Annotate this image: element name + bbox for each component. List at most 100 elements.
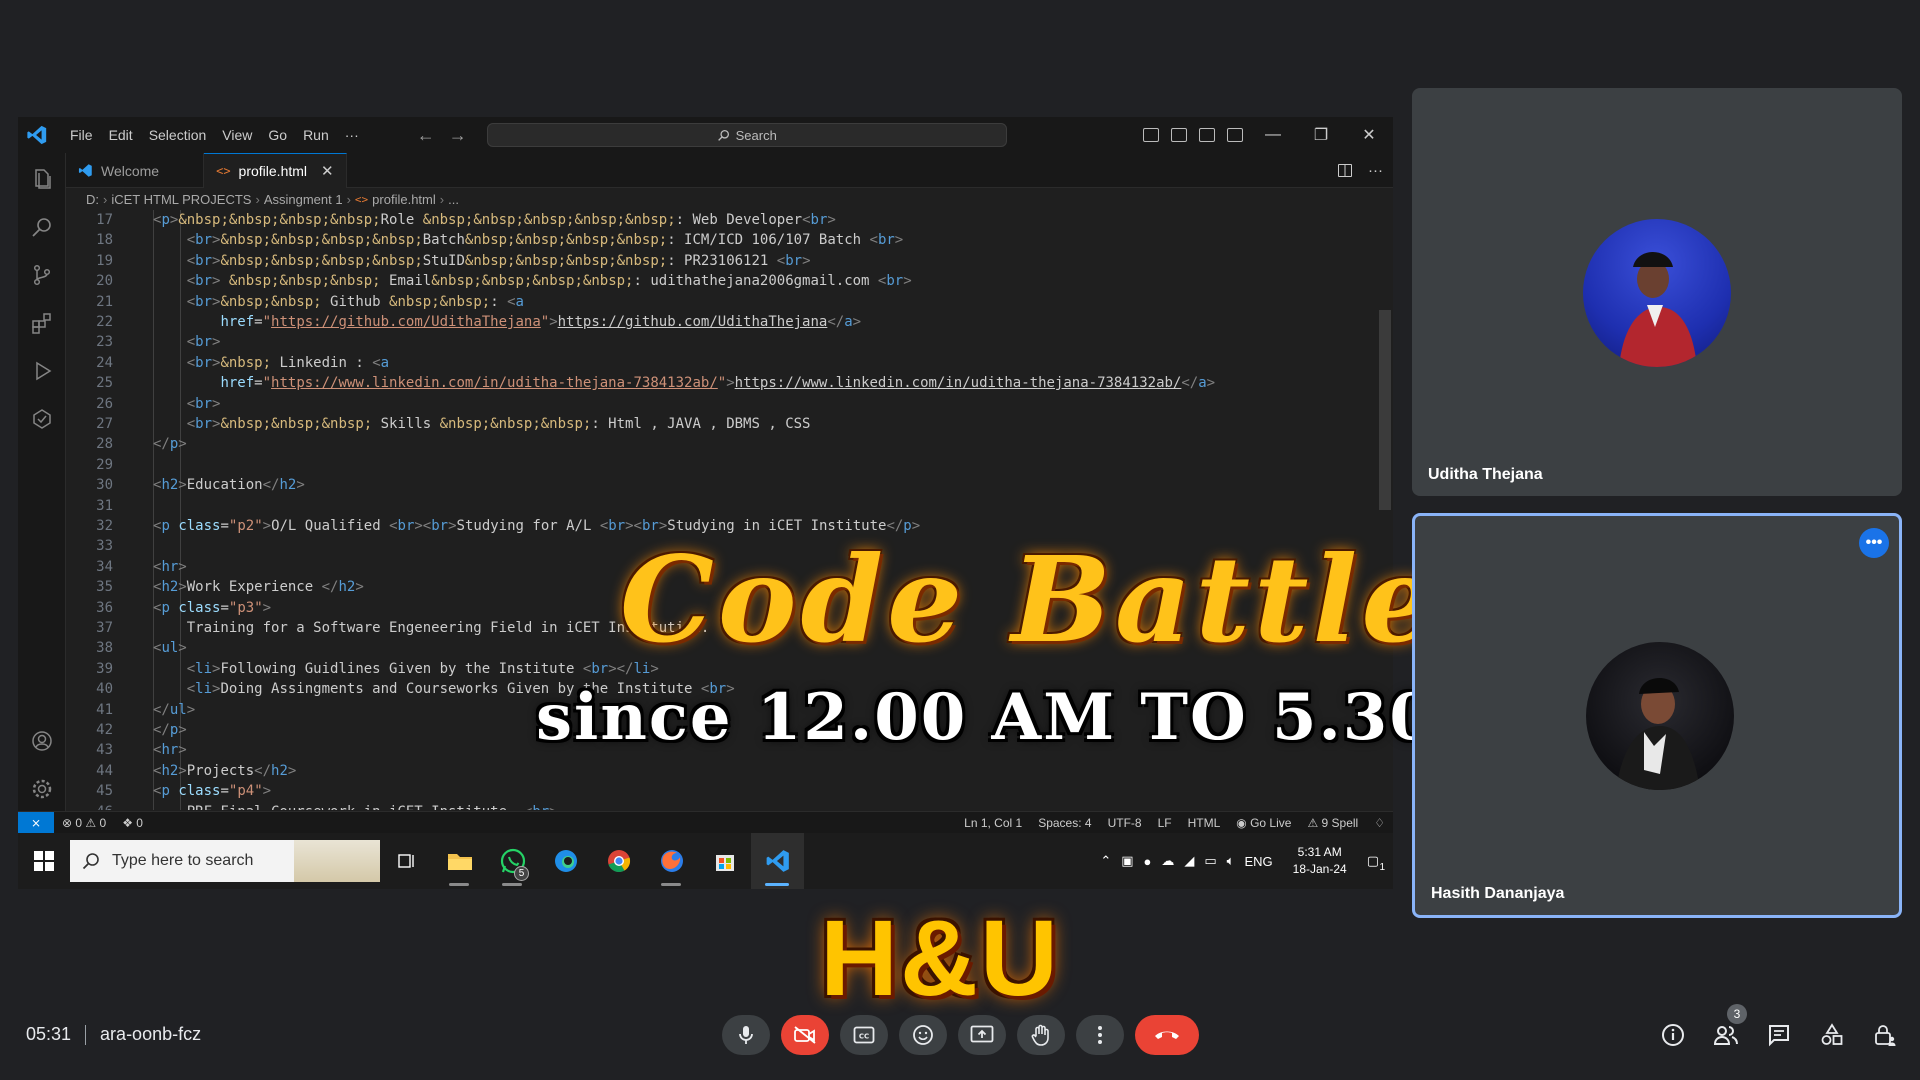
- windows-start-button[interactable]: [18, 833, 70, 889]
- participant-tile-2[interactable]: ••• Hasith Dananjaya: [1412, 513, 1902, 918]
- firefox-button[interactable]: [645, 833, 698, 889]
- extensions-icon[interactable]: [30, 311, 54, 335]
- leave-call-button[interactable]: [1135, 1015, 1199, 1055]
- volume-icon[interactable]: 🔈︎: [1227, 853, 1235, 869]
- menu-go[interactable]: Go: [260, 117, 295, 153]
- task-view-button[interactable]: [380, 833, 433, 889]
- hand-icon: [1031, 1024, 1049, 1046]
- menu-run[interactable]: Run: [295, 117, 337, 153]
- breadcrumb-subfolder[interactable]: Assingment 1: [264, 192, 343, 207]
- run-debug-icon[interactable]: [30, 359, 54, 383]
- split-editor-icon[interactable]: [1338, 164, 1352, 177]
- more-options-icon[interactable]: •••: [1859, 528, 1889, 558]
- cursor-position[interactable]: Ln 1, Col 1: [956, 816, 1030, 830]
- restore-button[interactable]: ❐: [1297, 125, 1345, 145]
- meet-camera-tray-icon[interactable]: ▣: [1121, 853, 1133, 869]
- chevron-up-icon[interactable]: ⌃: [1100, 853, 1111, 869]
- indentation[interactable]: Spaces: 4: [1030, 816, 1099, 830]
- microphone-tray-icon[interactable]: ●: [1144, 854, 1152, 869]
- reactions-button[interactable]: [899, 1015, 947, 1055]
- minimize-button[interactable]: —: [1249, 126, 1297, 144]
- tab-label: Welcome: [101, 162, 160, 179]
- testing-icon[interactable]: [30, 407, 54, 431]
- whatsapp-button[interactable]: 5: [486, 833, 539, 889]
- code-line: <br>&nbsp;&nbsp;&nbsp;&nbsp;StuID&nbsp;&…: [186, 252, 811, 269]
- participant-tile-1[interactable]: Uditha Thejana: [1412, 88, 1902, 496]
- people-count-badge: 3: [1727, 1004, 1747, 1024]
- edge-button[interactable]: [539, 833, 592, 889]
- go-live-button[interactable]: ◉ Go Live: [1228, 816, 1299, 830]
- menu-more[interactable]: ···: [337, 117, 367, 153]
- file-explorer-button[interactable]: [433, 833, 486, 889]
- store-button[interactable]: [698, 833, 751, 889]
- taskbar-clock[interactable]: 5:31 AM 18-Jan-24: [1293, 844, 1347, 878]
- cloud-icon[interactable]: ☁: [1161, 853, 1174, 869]
- code-line: <li>Following Guidlines Given by the Ins…: [186, 660, 659, 677]
- present-screen-button[interactable]: [958, 1015, 1006, 1055]
- people-button[interactable]: 3: [1709, 1004, 1747, 1052]
- input-language[interactable]: ENG: [1244, 854, 1272, 869]
- html-file-icon: <>: [354, 192, 369, 206]
- command-center-search[interactable]: Search: [486, 123, 1007, 147]
- meeting-code[interactable]: ara-oonb-fcz: [100, 1024, 201, 1045]
- camera-off-button[interactable]: [781, 1015, 829, 1055]
- meeting-info: 05:31 ara-oonb-fcz: [26, 1024, 201, 1045]
- toggle-sidebar-icon[interactable]: [1143, 128, 1159, 142]
- menu-file[interactable]: File: [62, 117, 101, 153]
- breadcrumb-symbol[interactable]: ...: [448, 192, 459, 207]
- back-arrow-icon[interactable]: ←: [417, 125, 435, 146]
- more-options-button[interactable]: [1076, 1015, 1124, 1055]
- more-actions-icon[interactable]: ···: [1368, 162, 1383, 179]
- editor-tabs: Welcome <> profile.html ✕ ···: [66, 153, 1393, 188]
- host-controls-button[interactable]: [1868, 1018, 1902, 1052]
- meeting-details-button[interactable]: [1656, 1018, 1690, 1052]
- battery-icon[interactable]: ▭: [1204, 853, 1216, 869]
- activities-button[interactable]: [1815, 1018, 1849, 1052]
- explorer-icon[interactable]: [30, 167, 54, 191]
- vscode-taskbar-button[interactable]: [751, 833, 804, 889]
- ports-indicator[interactable]: ❖ 0: [114, 816, 151, 830]
- avatar: [1583, 219, 1731, 367]
- clock-date: 18-Jan-24: [1292, 862, 1347, 876]
- line-number: 41: [96, 701, 113, 718]
- command-center-label: Search: [735, 127, 777, 143]
- edge-icon: [554, 850, 577, 872]
- notification-center-icon[interactable]: ▢ 1: [1367, 853, 1385, 873]
- spell-check-indicator[interactable]: ⚠ 9 Spell: [1299, 816, 1366, 830]
- remote-indicator-icon[interactable]: ⨯: [18, 811, 54, 834]
- breadcrumb-folder[interactable]: iCET HTML PROJECTS: [111, 192, 251, 207]
- wifi-icon[interactable]: ◢: [1184, 853, 1194, 869]
- problems-indicator[interactable]: ⊗ 0 ⚠ 0: [54, 816, 114, 830]
- captions-button[interactable]: CC: [840, 1015, 888, 1055]
- code-line: <p class="p4">: [153, 783, 272, 800]
- chat-icon: [1769, 1025, 1789, 1047]
- close-icon[interactable]: ✕: [321, 162, 334, 180]
- tab-profile-html[interactable]: <> profile.html ✕: [204, 153, 347, 188]
- toggle-panel-icon[interactable]: [1171, 128, 1187, 142]
- breadcrumb-drive[interactable]: D:: [86, 192, 99, 207]
- forward-arrow-icon[interactable]: →: [449, 125, 467, 146]
- chrome-button[interactable]: [592, 833, 645, 889]
- menu-selection[interactable]: Selection: [141, 117, 215, 153]
- customize-layout-icon[interactable]: [1227, 128, 1243, 142]
- menu-edit[interactable]: Edit: [101, 117, 141, 153]
- menu-view[interactable]: View: [214, 117, 260, 153]
- end-of-line[interactable]: LF: [1150, 816, 1180, 830]
- encoding[interactable]: UTF-8: [1100, 816, 1150, 830]
- bell-icon[interactable]: ♢: [1366, 816, 1393, 830]
- chat-button[interactable]: [1762, 1018, 1796, 1052]
- taskbar-search-box[interactable]: Type here to search: [70, 840, 380, 882]
- line-number: 20: [96, 273, 113, 290]
- toggle-secondary-sidebar-icon[interactable]: [1199, 128, 1215, 142]
- tab-welcome[interactable]: Welcome: [66, 153, 205, 188]
- source-control-icon[interactable]: [30, 263, 54, 287]
- search-icon[interactable]: [30, 215, 54, 239]
- overlay-team-logo: H&U: [820, 897, 1060, 1018]
- breadcrumb-file[interactable]: profile.html: [372, 192, 436, 207]
- gear-icon[interactable]: [30, 777, 54, 801]
- close-window-button[interactable]: ✕: [1345, 125, 1393, 145]
- microphone-button[interactable]: [722, 1015, 770, 1055]
- language-mode[interactable]: HTML: [1180, 816, 1229, 830]
- accounts-icon[interactable]: [30, 729, 54, 753]
- raise-hand-button[interactable]: [1017, 1015, 1065, 1055]
